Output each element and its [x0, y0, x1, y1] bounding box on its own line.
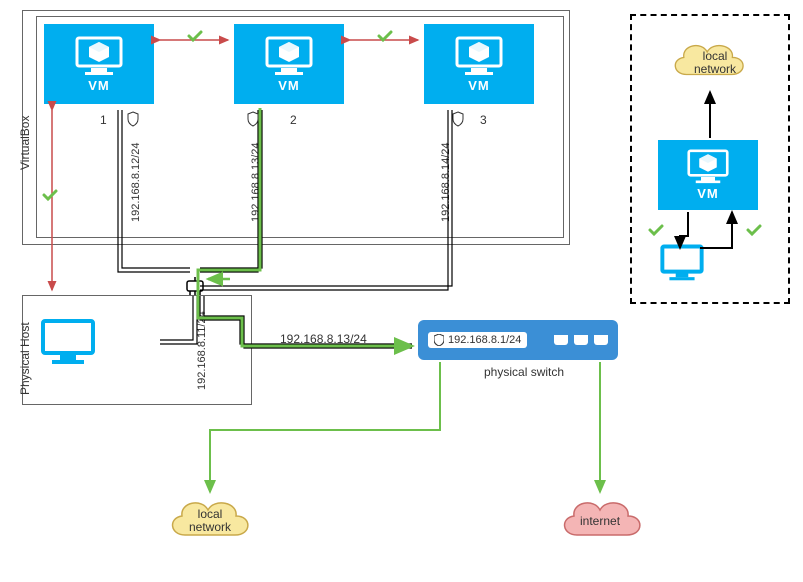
internet-label: internet: [580, 514, 620, 528]
vm-1-number: 1: [100, 113, 107, 127]
vm-icon: [687, 149, 729, 184]
vm-3-number: 3: [480, 113, 487, 127]
physical-switch: 192.168.8.1/24: [418, 320, 618, 360]
switch-port: [574, 335, 588, 345]
vm-2-label: VM: [278, 78, 300, 93]
legend-vm-label: VM: [697, 186, 719, 201]
switch-ip-pill: 192.168.8.1/24: [428, 332, 527, 348]
vm-icon: [265, 36, 313, 76]
flow-ip-label: 192.168.8.13/24: [280, 332, 367, 346]
switch-caption: physical switch: [484, 365, 564, 379]
switch-ip: 192.168.8.1/24: [448, 334, 521, 346]
legend-vm: VM: [658, 140, 758, 210]
virtualbox-label: VirtualBox: [18, 116, 32, 170]
switch-ports: [554, 335, 608, 345]
legend-cloud-label: local network: [690, 50, 740, 76]
vm-2: VM: [234, 24, 344, 104]
local-network-label: local network: [182, 508, 238, 534]
vm-1-ip: 192.168.8.12/24: [130, 142, 142, 222]
switch-port: [554, 335, 568, 345]
switch-port: [594, 335, 608, 345]
vm-icon: [455, 36, 503, 76]
legend-host-icon: [660, 244, 704, 285]
shield-icon: [434, 334, 444, 346]
vm-3: VM: [424, 24, 534, 104]
vm-1: VM: [44, 24, 154, 104]
vm-3-ip: 192.168.8.14/24: [440, 142, 452, 222]
host-ip: 192.168.8.11/24: [196, 311, 208, 390]
vm-2-ip: 192.168.8.13/24: [250, 142, 262, 222]
hub-icon: [184, 275, 206, 300]
vm-icon: [75, 36, 123, 76]
physical-host-label: Physical Host: [18, 322, 32, 395]
vm-2-number: 2: [290, 113, 297, 127]
vm-1-label: VM: [88, 78, 110, 93]
host-monitor-icon: [40, 318, 96, 369]
vm-3-label: VM: [468, 78, 490, 93]
